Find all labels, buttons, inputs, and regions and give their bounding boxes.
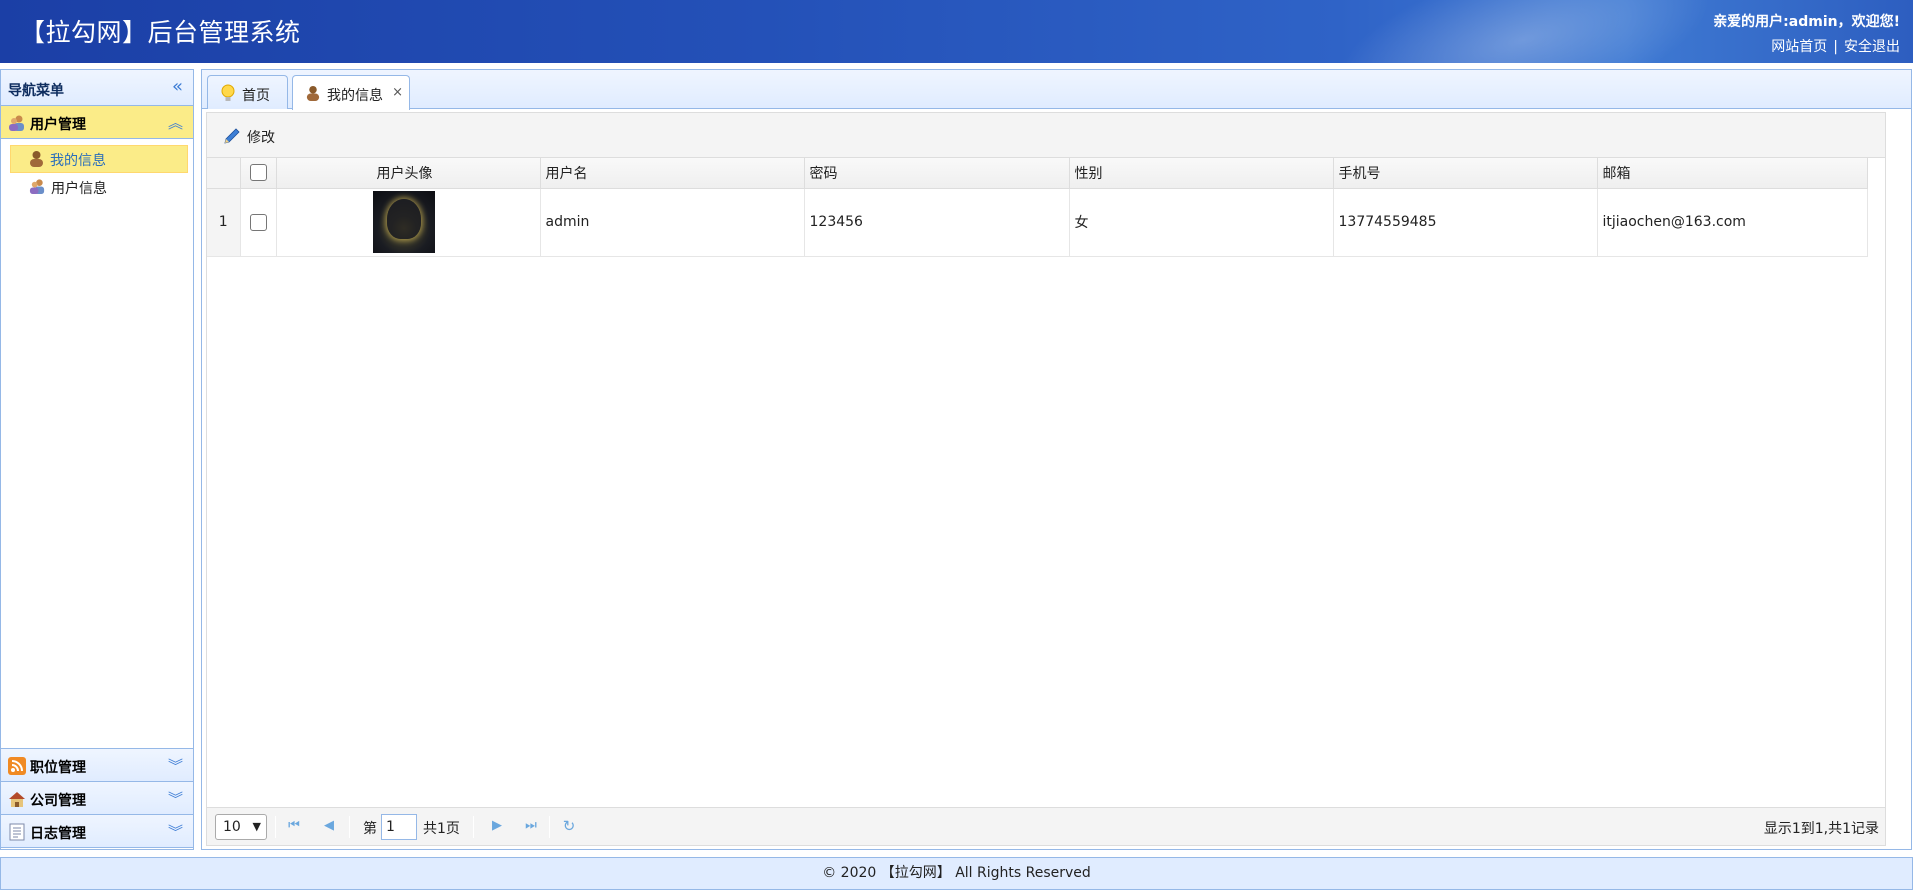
chevron-down-icon: ︾ <box>167 790 183 808</box>
last-page-icon[interactable]: ⏭ <box>523 818 539 834</box>
toolbar: 修改 <box>207 113 1885 158</box>
page-number-input[interactable]: 1 <box>381 814 417 840</box>
sidebar-item-label: 我的信息 <box>50 153 106 169</box>
user-table: 用户头像 用户名 密码 性别 手机号 邮箱 1 admin 123456 女 1… <box>207 158 1868 257</box>
sidebar-title: 导航菜单 <box>8 83 64 99</box>
pagination-bar: 10 ▼ ⏮ ◀ 第 1 共1页 ▶ ⏭ ↻ 显示1到1,共1记录 <box>207 807 1885 845</box>
user-icon <box>306 85 320 101</box>
house-icon <box>9 792 25 807</box>
logout-link[interactable]: 安全退出 <box>1844 39 1900 55</box>
tab-my-info[interactable]: 我的信息 × <box>292 75 410 110</box>
select-all-header <box>240 158 277 189</box>
users-icon <box>29 179 45 195</box>
welcome-text: 亲爱的用户:admin，欢迎您! <box>1713 14 1900 30</box>
lightbulb-icon <box>221 84 235 101</box>
page-total: 共1页 <box>423 821 460 837</box>
page-size-select[interactable]: 10 ▼ <box>215 814 267 840</box>
password-cell: 123456 <box>804 188 1070 257</box>
next-page-icon[interactable]: ▶ <box>489 818 505 834</box>
refresh-icon[interactable]: ↻ <box>561 818 577 834</box>
accordion-label: 日志管理 <box>30 826 86 842</box>
user-icon <box>30 151 43 167</box>
pager-divider <box>349 816 350 838</box>
sidebar-item-user-info[interactable]: 用户信息 <box>10 173 188 201</box>
prev-page-icon[interactable]: ◀ <box>321 818 337 834</box>
pager-divider <box>473 816 474 838</box>
user-management-panel: 我的信息 用户信息 <box>1 139 193 749</box>
column-header-gender[interactable]: 性别 <box>1069 158 1334 189</box>
accordion-job-management[interactable]: 职位管理 ︾ <box>1 749 193 782</box>
tab-home[interactable]: 首页 <box>207 75 288 109</box>
email-cell: itjiaochen@163.com <box>1597 188 1868 257</box>
avatar <box>372 191 435 253</box>
pager-divider <box>549 816 550 838</box>
link-separator: | <box>1833 39 1838 55</box>
pager-info: 显示1到1,共1记录 <box>1763 821 1879 837</box>
accordion-label: 公司管理 <box>30 793 86 809</box>
tab-label: 首页 <box>242 88 270 104</box>
sidebar: 导航菜单 « 用户管理 ︽ 我的信息 用户信息 职位管理 ︾ 公司管理 ︾ 日志… <box>0 69 194 850</box>
main-panel: 首页 我的信息 × 修改 用户头像 用户名 密码 性别 手机号 邮箱 1 adm… <box>201 69 1912 850</box>
close-icon[interactable]: × <box>392 85 403 100</box>
row-checkbox[interactable] <box>249 213 267 231</box>
accordion-user-management[interactable]: 用户管理 ︽ <box>1 106 193 139</box>
select-all-checkbox[interactable] <box>249 164 267 182</box>
app-header: 【拉勾网】后台管理系统 亲爱的用户:admin，欢迎您! 网站首页 | 安全退出 <box>0 0 1913 63</box>
accordion-company-management[interactable]: 公司管理 ︾ <box>1 782 193 815</box>
tab-content: 修改 用户头像 用户名 密码 性别 手机号 邮箱 1 admin 123456 … <box>206 112 1886 846</box>
column-header-phone[interactable]: 手机号 <box>1333 158 1598 189</box>
accordion-log-management[interactable]: 日志管理 ︾ <box>1 815 193 848</box>
rss-icon <box>8 757 26 775</box>
sidebar-item-label: 用户信息 <box>51 181 107 197</box>
row-number: 1 <box>207 188 241 257</box>
header-decoration <box>1299 0 1747 63</box>
accordion-label: 用户管理 <box>30 117 86 133</box>
avatar-cell <box>276 188 541 257</box>
chevron-down-icon: ︾ <box>167 757 183 775</box>
chevron-down-icon: ▼ <box>252 820 261 833</box>
column-header-password[interactable]: 密码 <box>804 158 1070 189</box>
double-chevron-left-icon[interactable]: « <box>172 78 183 96</box>
column-header-avatar[interactable]: 用户头像 <box>276 158 541 189</box>
users-icon <box>9 115 24 131</box>
edit-button-label: 修改 <box>247 130 275 146</box>
page-size-value: 10 <box>223 819 241 835</box>
chevron-down-icon: ︾ <box>167 823 183 841</box>
footer: © 2020 【拉勾网】 All Rights Reserved <box>0 857 1913 890</box>
chevron-up-icon: ︽ <box>167 114 183 132</box>
column-header-email[interactable]: 邮箱 <box>1597 158 1868 189</box>
phone-cell: 13774559485 <box>1333 188 1598 257</box>
header-links: 网站首页 | 安全退出 <box>1771 36 1900 56</box>
table-header-row: 用户头像 用户名 密码 性别 手机号 邮箱 <box>207 158 1868 189</box>
username-cell: admin <box>540 188 805 257</box>
page-prefix: 第 <box>363 821 377 837</box>
pager-divider <box>275 816 276 838</box>
tab-bar: 首页 我的信息 × <box>202 70 1911 110</box>
home-link[interactable]: 网站首页 <box>1771 39 1827 55</box>
row-number-header <box>207 158 241 189</box>
sidebar-item-my-info[interactable]: 我的信息 <box>10 145 188 173</box>
accordion-label: 职位管理 <box>30 760 86 776</box>
pencil-icon <box>224 128 240 144</box>
tab-label: 我的信息 <box>327 88 383 104</box>
gender-cell: 女 <box>1069 188 1334 257</box>
row-checkbox-cell <box>240 188 277 257</box>
sidebar-header: 导航菜单 « <box>1 70 193 106</box>
app-title: 【拉勾网】后台管理系统 <box>20 18 301 47</box>
first-page-icon[interactable]: ⏮ <box>286 818 302 834</box>
table-row[interactable]: 1 admin 123456 女 13774559485 itjiaochen@… <box>207 188 1868 257</box>
column-header-label: 用户头像 <box>376 165 433 182</box>
column-header-username[interactable]: 用户名 <box>540 158 805 189</box>
log-icon <box>9 823 25 841</box>
